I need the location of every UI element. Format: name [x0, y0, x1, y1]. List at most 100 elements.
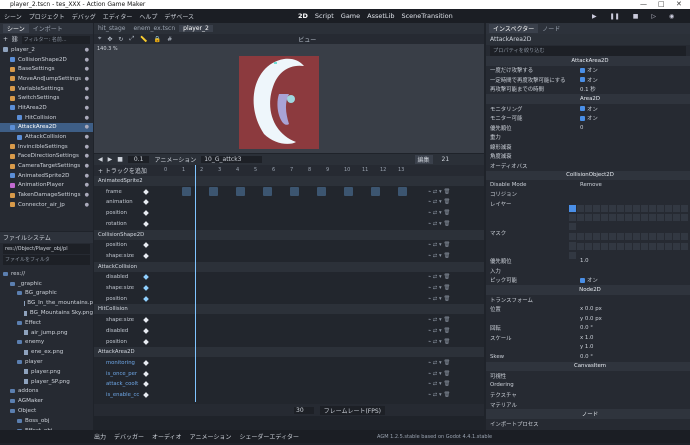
stop-icon[interactable]: ■ [633, 13, 639, 20]
tab-node[interactable]: ノード [538, 24, 564, 33]
scale-tool-icon[interactable]: ⤢ [129, 35, 134, 43]
mode-game[interactable]: Game [341, 12, 360, 20]
inspector-property[interactable]: 線形減衰 [486, 142, 690, 152]
track-row[interactable]: frame⌁ ⇄ ▾ 🗑 [94, 187, 484, 197]
visibility-eye-icon[interactable]: ● [85, 144, 89, 150]
track-row[interactable]: position⌁ ⇄ ▾ 🗑 [94, 240, 484, 250]
view-menu[interactable]: ビュー [298, 35, 316, 44]
visibility-eye-icon[interactable]: ● [85, 163, 89, 169]
inspector-property[interactable]: 一定時間で再度攻撃可能にするオン [486, 75, 690, 85]
play-icon[interactable]: ▶ [592, 13, 597, 20]
track-options-icon[interactable]: ⌁ ⇄ ▾ 🗑 [428, 339, 450, 345]
scene-node[interactable]: SwitchSettings● [0, 93, 93, 103]
inspector-property[interactable]: 一度だけ攻撃するオン [486, 66, 690, 76]
track-options-icon[interactable]: ⌁ ⇄ ▾ 🗑 [428, 392, 450, 398]
property-value[interactable]: オン [587, 76, 598, 84]
property-value[interactable]: y 0.0 px [580, 316, 602, 322]
track-options-icon[interactable]: ⌁ ⇄ ▾ 🗑 [428, 189, 450, 195]
scene-node[interactable]: InvincibleSettings● [0, 142, 93, 152]
mode-script[interactable]: Script [315, 12, 334, 20]
inspector-section[interactable]: Area2D [486, 94, 690, 104]
filesystem-path[interactable]: res://Object/Player_obj/pl [3, 244, 90, 254]
keyframe[interactable] [143, 221, 149, 227]
ruler-tool-icon[interactable]: 📏 [140, 36, 147, 43]
keyframe[interactable] [143, 200, 149, 206]
visibility-eye-icon[interactable]: ● [85, 86, 89, 92]
inspector-property[interactable] [486, 247, 690, 257]
tab-hit-stage[interactable]: hit_stage [94, 25, 129, 32]
checkbox[interactable] [580, 68, 585, 73]
anim-name-select[interactable]: 10_G_attck3 [201, 156, 261, 163]
scene-node[interactable]: MoveAndJumpSettings● [0, 74, 93, 84]
scene-node[interactable]: HitCollision● [0, 113, 93, 123]
property-value[interactable]: x 1.0 [580, 335, 593, 341]
visibility-eye-icon[interactable]: ● [85, 153, 89, 159]
frame-thumbnail[interactable] [182, 187, 191, 196]
tab-debugger[interactable]: デバッガー [114, 432, 144, 441]
property-value[interactable]: y 1.0 [580, 344, 593, 350]
inspector-section[interactable]: CollisionObject2D [486, 171, 690, 181]
visibility-eye-icon[interactable]: ● [85, 66, 89, 72]
tab-output[interactable]: 出力 [94, 432, 106, 441]
filesystem-item[interactable]: addons [0, 387, 93, 397]
scene-node[interactable]: TakenDamageSettings● [0, 190, 93, 200]
scene-node[interactable]: AnimatedSprite2D● [0, 171, 93, 181]
inspector-property[interactable]: 優先順位0 [486, 123, 690, 133]
close-icon[interactable]: ✕ [676, 0, 682, 8]
scene-node[interactable]: player_2● [0, 45, 93, 55]
visibility-eye-icon[interactable]: ● [85, 57, 89, 63]
track-row[interactable]: monitoring⌁ ⇄ ▾ 🗑 [94, 358, 484, 368]
inspector-property[interactable]: 入力 [486, 266, 690, 276]
anim-play-icon[interactable]: ▶ [108, 156, 113, 163]
frame-thumbnail[interactable] [209, 187, 218, 196]
movie-icon[interactable]: ◉ [669, 13, 674, 20]
anim-play-back-icon[interactable]: ◀ [98, 156, 103, 163]
keyframe[interactable] [143, 210, 149, 216]
scene-node[interactable]: AttackCollision● [0, 132, 93, 142]
filesystem-item[interactable]: Boss_obj [0, 416, 93, 426]
inspector-section[interactable]: ノード [486, 409, 690, 419]
track-options-icon[interactable]: ⌁ ⇄ ▾ 🗑 [428, 221, 450, 227]
inspector-property[interactable]: 再攻撃可能までの時間0.1 秒 [486, 85, 690, 95]
frame-thumbnail[interactable] [290, 187, 299, 196]
track-options-icon[interactable]: ⌁ ⇄ ▾ 🗑 [428, 381, 450, 387]
playhead[interactable] [195, 165, 196, 402]
keyframe[interactable] [143, 371, 149, 377]
track-row[interactable]: position⌁ ⇄ ▾ 🗑 [94, 294, 484, 304]
track-row[interactable]: shape:size⌁ ⇄ ▾ 🗑 [94, 251, 484, 261]
keyframe[interactable] [143, 339, 149, 345]
inspector-property[interactable]: 角度減衰 [486, 152, 690, 162]
anim-edit-button[interactable]: 編集 [415, 155, 433, 164]
frame-thumbnail[interactable] [344, 187, 353, 196]
track-options-icon[interactable]: ⌁ ⇄ ▾ 🗑 [428, 285, 450, 291]
tab-inspector[interactable]: インスペクター [489, 24, 538, 33]
grid-icon[interactable]: # [167, 36, 172, 43]
track-options-icon[interactable]: ⌁ ⇄ ▾ 🗑 [428, 328, 450, 334]
inspector-property[interactable]: 回転0.0 ° [486, 323, 690, 333]
property-value[interactable]: Remove [580, 182, 602, 188]
inspector-property[interactable]: Ordering [486, 381, 690, 391]
play-scene-icon[interactable]: ▷ [651, 13, 656, 20]
filesystem-filter-input[interactable]: ファイルをフィルタ [3, 255, 90, 265]
rotate-tool-icon[interactable]: ↻ [118, 36, 123, 43]
frame-thumbnail[interactable] [371, 187, 380, 196]
track-options-icon[interactable]: ⌁ ⇄ ▾ 🗑 [428, 371, 450, 377]
track-group[interactable]: CollisionShape2D [94, 230, 484, 240]
inspector-property[interactable]: オーディオバス [486, 161, 690, 171]
inspector-property[interactable]: インポートプロセス [486, 419, 690, 429]
visibility-eye-icon[interactable]: ● [85, 182, 89, 188]
track-row[interactable]: is_once_per⌁ ⇄ ▾ 🗑 [94, 369, 484, 379]
inspector-node-name[interactable]: AttackArea2D [490, 36, 531, 43]
checkbox[interactable] [580, 106, 585, 111]
maximize-icon[interactable]: □ [658, 0, 665, 8]
inspector-property[interactable]: ピック可能オン [486, 276, 690, 286]
visibility-eye-icon[interactable]: ● [85, 202, 89, 208]
visibility-eye-icon[interactable]: ● [85, 47, 89, 53]
track-group[interactable]: AnimatedSprite2 [94, 176, 484, 186]
track-row[interactable]: rotation⌁ ⇄ ▾ 🗑 [94, 219, 484, 229]
inspector-property[interactable]: マテリアル [486, 400, 690, 410]
property-value[interactable]: オン [587, 66, 598, 74]
menu-editor[interactable]: エディター [103, 12, 133, 21]
filesystem-item[interactable]: player [0, 357, 93, 367]
filesystem-item[interactable]: enemy [0, 338, 93, 348]
